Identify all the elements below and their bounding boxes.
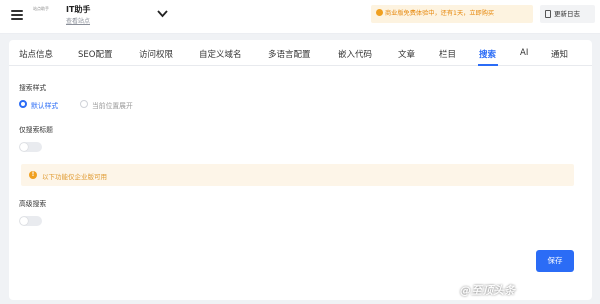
advanced-search-toggle[interactable] bbox=[19, 216, 42, 226]
advanced-search-label: 高级搜索 bbox=[19, 200, 47, 208]
watermark: @至顶头条 bbox=[460, 284, 515, 297]
warning-icon: ! bbox=[29, 171, 37, 179]
chevron-down-icon[interactable] bbox=[157, 9, 168, 18]
radio-expand-position-label[interactable]: 当前位置展开 bbox=[92, 100, 133, 110]
tab-seo[interactable]: SEO配置 bbox=[78, 48, 112, 60]
document-icon bbox=[545, 10, 551, 18]
tab-site-info[interactable]: 站点信息 bbox=[19, 48, 53, 60]
buy-now-link[interactable]: 立即购买 bbox=[469, 10, 494, 17]
trial-text: 商业版免费体验中，还有1天， bbox=[385, 10, 470, 17]
search-style-label: 搜索样式 bbox=[19, 84, 47, 92]
tab-search[interactable]: 搜索 bbox=[479, 48, 496, 60]
tab-ai[interactable]: AI bbox=[520, 48, 528, 58]
enterprise-notice: ! 以下功能仅企业版可用 bbox=[21, 164, 574, 186]
tab-embed-code[interactable]: 嵌入代码 bbox=[338, 48, 372, 60]
radio-default-style-label[interactable]: 默认样式 bbox=[31, 100, 58, 110]
settings-card: 站点信息 SEO配置 访问权限 自定义域名 多语言配置 嵌入代码 文章 栏目 搜… bbox=[9, 40, 592, 300]
tab-custom-domain[interactable]: 自定义域名 bbox=[199, 48, 242, 60]
tab-multilingual[interactable]: 多语言配置 bbox=[268, 48, 311, 60]
title-only-label: 仅搜索标题 bbox=[19, 126, 53, 134]
radio-expand-position[interactable] bbox=[80, 100, 88, 108]
save-button[interactable]: 保存 bbox=[536, 250, 574, 272]
settings-tabs: 站点信息 SEO配置 访问权限 自定义域名 多语言配置 嵌入代码 文章 栏目 搜… bbox=[9, 40, 592, 66]
view-site-link[interactable]: 查看站点 bbox=[66, 16, 90, 25]
radio-default-style[interactable] bbox=[19, 100, 27, 108]
site-logo: 站点助手 bbox=[33, 6, 49, 11]
hamburger-menu-icon[interactable] bbox=[11, 10, 23, 20]
active-tab-indicator bbox=[478, 64, 498, 66]
top-bar: 站点助手 IT助手 查看站点 商业版免费体验中，还有1天，立即购买 更新日志 bbox=[0, 0, 600, 34]
notice-text: 以下功能仅企业版可用 bbox=[42, 173, 107, 181]
toggle-knob bbox=[20, 143, 28, 151]
changelog-label: 更新日志 bbox=[554, 10, 580, 18]
site-name: IT助手 bbox=[66, 5, 91, 14]
tab-access[interactable]: 访问权限 bbox=[139, 48, 173, 60]
trial-banner: 商业版免费体验中，还有1天，立即购买 bbox=[371, 5, 533, 23]
bulb-icon bbox=[376, 9, 383, 16]
toggle-knob bbox=[20, 217, 28, 225]
changelog-button[interactable]: 更新日志 bbox=[540, 5, 595, 23]
title-only-toggle[interactable] bbox=[19, 142, 42, 152]
tab-notifications[interactable]: 通知 bbox=[551, 48, 568, 60]
tab-columns[interactable]: 栏目 bbox=[439, 48, 456, 60]
tab-articles[interactable]: 文章 bbox=[398, 48, 415, 60]
